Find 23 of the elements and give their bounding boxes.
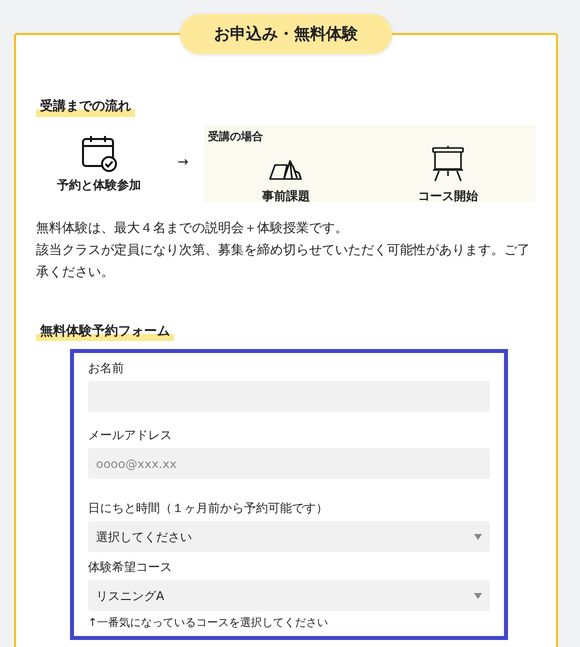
field-label: メールアドレス bbox=[88, 427, 173, 444]
section-heading: 受講までの流れ bbox=[36, 97, 135, 116]
caret-icon bbox=[474, 534, 482, 540]
select-field[interactable]: 選択してください bbox=[88, 521, 490, 552]
notice-text: 該当クラスが定員になり次第、募集を締め切らせていただく可能性があります。ご了承ください。 bbox=[36, 242, 531, 282]
notice-text: 無料体験は、最大４名までの説明会＋体験授業です。 bbox=[36, 220, 349, 238]
field-label: 体験希望コース bbox=[88, 559, 173, 576]
input-field[interactable]: oooo@xxx.xx bbox=[88, 448, 490, 479]
select-field[interactable]: リスニングA bbox=[88, 580, 490, 611]
hint-text: ↑一番気になっているコースを選択してください bbox=[88, 615, 330, 631]
open-book-icon bbox=[268, 157, 304, 183]
caret-icon bbox=[474, 592, 482, 598]
section-heading: 無料体験予約フォーム bbox=[36, 322, 174, 341]
step-label: 予約と体験参加 bbox=[57, 176, 141, 194]
panel-title: 受講の場合 bbox=[208, 128, 264, 144]
field-label: お名前 bbox=[88, 360, 125, 377]
step-label: コース開始 bbox=[418, 188, 478, 205]
section-title: お申込み・無料体験 bbox=[180, 14, 392, 54]
field-label: 日にちと時間（１ヶ月前から予約可能です） bbox=[88, 500, 329, 517]
calendar-check-icon bbox=[80, 134, 118, 172]
easel-board-icon bbox=[430, 145, 466, 183]
arrow: → bbox=[178, 154, 188, 172]
step-label: 事前課題 bbox=[262, 188, 310, 205]
